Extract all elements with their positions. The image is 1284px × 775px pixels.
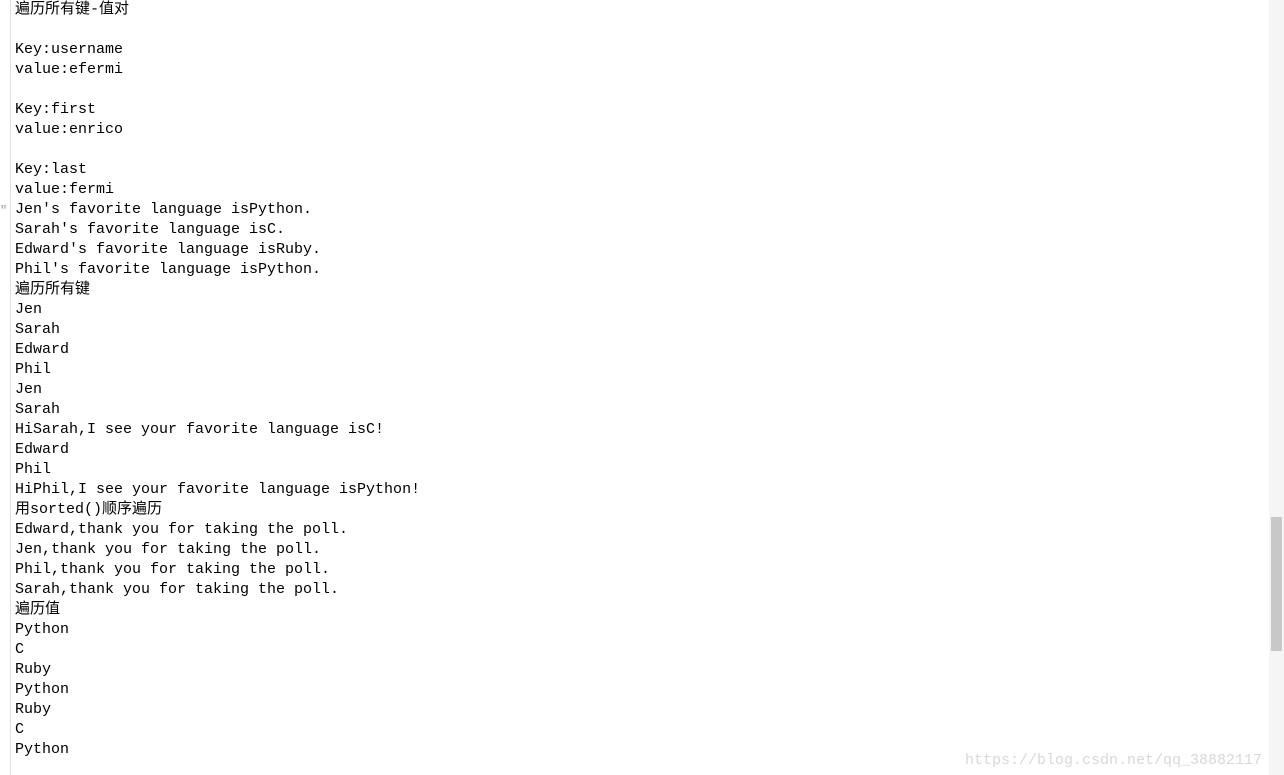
- scrollbar-thumb[interactable]: [1271, 517, 1282, 651]
- output-line: Python: [15, 620, 1262, 640]
- output-line: Sarah,thank you for taking the poll.: [15, 580, 1262, 600]
- output-line: Jen's favorite language isPython.: [15, 200, 1262, 220]
- output-line: HiSarah,I see your favorite language isC…: [15, 420, 1262, 440]
- output-line: Edward's favorite language isRuby.: [15, 240, 1262, 260]
- gutter-quote: ": [0, 204, 7, 218]
- output-line: Phil's favorite language isPython.: [15, 260, 1262, 280]
- output-line: HiPhil,I see your favorite language isPy…: [15, 480, 1262, 500]
- output-line: C: [15, 640, 1262, 660]
- output-line: [15, 140, 1262, 160]
- output-line: value:efermi: [15, 60, 1262, 80]
- output-line: Edward,thank you for taking the poll.: [15, 520, 1262, 540]
- output-line: Phil: [15, 360, 1262, 380]
- output-line: Jen: [15, 300, 1262, 320]
- output-line: Phil,thank you for taking the poll.: [15, 560, 1262, 580]
- output-line: Python: [15, 740, 1262, 760]
- output-line: 遍历所有键-值对: [15, 0, 1262, 20]
- output-line: Sarah's favorite language isC.: [15, 220, 1262, 240]
- output-line: 用sorted()顺序遍历: [15, 500, 1262, 520]
- output-line: Jen,thank you for taking the poll.: [15, 540, 1262, 560]
- output-line: [15, 20, 1262, 40]
- output-line: Key:first: [15, 100, 1262, 120]
- output-line: Ruby: [15, 700, 1262, 720]
- output-line: Key:username: [15, 40, 1262, 60]
- output-line: [15, 80, 1262, 100]
- output-line: Sarah: [15, 320, 1262, 340]
- output-line: Key:last: [15, 160, 1262, 180]
- output-line: Phil: [15, 460, 1262, 480]
- console-output: 遍历所有键-值对 Key:usernamevalue:efermi Key:firs…: [10, 0, 1266, 775]
- output-line: Edward: [15, 440, 1262, 460]
- output-line: 遍历所有键: [15, 280, 1262, 300]
- output-line: value:fermi: [15, 180, 1262, 200]
- output-line: Ruby: [15, 660, 1262, 680]
- output-line: Edward: [15, 340, 1262, 360]
- output-line: C: [15, 720, 1262, 740]
- output-line: 遍历值: [15, 600, 1262, 620]
- output-line: value:enrico: [15, 120, 1262, 140]
- output-line: Sarah: [15, 400, 1262, 420]
- output-line: Jen: [15, 380, 1262, 400]
- scrollbar-track[interactable]: [1269, 0, 1284, 775]
- output-line: Python: [15, 680, 1262, 700]
